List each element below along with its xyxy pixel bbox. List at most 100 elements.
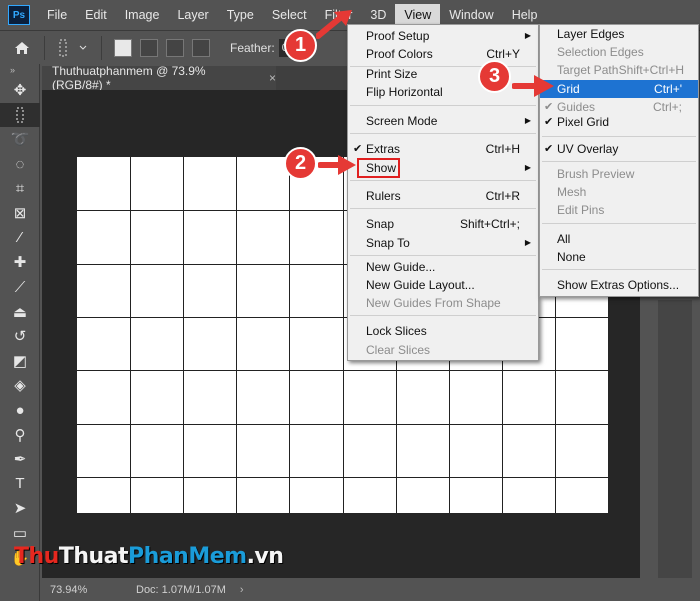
menu-separator [542, 136, 696, 137]
frame-icon[interactable]: ⊠ [0, 201, 40, 226]
submenu-item-pixel-grid[interactable]: ✔ Pixel Grid [540, 113, 698, 131]
healing-icon[interactable]: ✚ [0, 250, 40, 275]
menu-separator [542, 161, 696, 162]
step-3-arrow-icon [512, 75, 554, 97]
submenu-item-show-extras-options[interactable]: Show Extras Options... [540, 276, 698, 294]
brush-icon[interactable]: ⟋ [0, 275, 40, 300]
menu-separator [350, 105, 536, 106]
eyedropper-icon[interactable]: ⁄ [0, 226, 40, 251]
checkmark-icon: ✔ [544, 116, 554, 128]
paint-bucket-icon[interactable]: ◈ [0, 373, 40, 398]
menu-file[interactable]: File [38, 4, 76, 26]
menu-item-new-guide[interactable]: New Guide... [348, 258, 538, 276]
submenu-item-target-path: Target Path Shift+Ctrl+H [557, 63, 684, 77]
menu-3d[interactable]: 3D [361, 4, 395, 26]
add-to-selection-icon[interactable] [140, 38, 158, 57]
type-icon[interactable]: T [0, 472, 40, 497]
menu-item-extras[interactable]: ✔ Extras Ctrl+H [348, 140, 538, 158]
history-brush-icon[interactable]: ↺ [0, 324, 40, 349]
crop-icon[interactable]: ⌗ [0, 176, 40, 201]
submenu-item-mesh: Mesh [557, 185, 587, 199]
intersect-selection-icon[interactable] [192, 38, 210, 57]
submenu-item-layer-edges[interactable]: Layer Edges [540, 25, 698, 43]
submenu-arrow-icon: ▶ [524, 238, 531, 247]
submenu-arrow-icon: ▶ [524, 116, 531, 125]
menu-item-proof-colors[interactable]: Proof Colors Ctrl+Y [348, 45, 538, 63]
menu-separator [350, 180, 536, 181]
document-tab[interactable]: Thuthuatphanmem @ 73.9% (RGB/8#) * × [42, 64, 276, 92]
new-selection-icon[interactable] [114, 38, 132, 57]
menu-item-flip-horizontal[interactable]: Flip Horizontal [348, 83, 538, 101]
tools-panel: » ✥ ➰ ◌ ⌗ ⊠ ⁄ ✚ ⟋ ⏏ ↺ ◩ ◈ ● ⚲ ✒ T ➤ ▭ ✋ [0, 64, 40, 601]
home-icon[interactable] [8, 35, 36, 61]
shape-icon[interactable]: ▭ [0, 521, 40, 546]
pen-icon[interactable]: ✒ [0, 447, 40, 472]
path-select-icon[interactable]: ➤ [0, 496, 40, 521]
submenu-arrow-icon: ▶ [524, 163, 531, 172]
menu-type[interactable]: Type [218, 4, 263, 26]
zoom-level[interactable]: 73.94% [42, 584, 104, 596]
step-2-arrow-icon [318, 155, 356, 175]
step-1-arrow-icon [316, 10, 352, 39]
menu-layer[interactable]: Layer [168, 4, 217, 26]
submenu-item-edit-pins: Edit Pins [557, 203, 605, 217]
menu-select[interactable]: Select [263, 4, 316, 26]
menu-item-clear-slices: Clear Slices [366, 343, 431, 357]
stamp-icon[interactable]: ⏏ [0, 299, 40, 324]
collapse-toolbar-icon[interactable]: » [0, 64, 39, 78]
submenu-item-selection-edges: Selection Edges [557, 45, 644, 59]
divider [44, 35, 45, 60]
menu-item-screen-mode[interactable]: Screen Mode ▶ [348, 112, 538, 130]
menu-item-rulers[interactable]: Rulers Ctrl+R [348, 187, 538, 205]
status-menu-icon[interactable]: › [240, 584, 244, 596]
doc-size: Doc: 1.07M/1.07M [136, 583, 226, 596]
checkmark-icon: ✔ [544, 143, 554, 155]
divider [101, 35, 102, 60]
menu-image[interactable]: Image [116, 4, 169, 26]
marquee-tool-preset-icon[interactable] [53, 38, 73, 58]
menu-separator [542, 223, 696, 224]
menu-separator [350, 133, 536, 134]
menu-edit[interactable]: Edit [76, 4, 116, 26]
menu-separator [350, 208, 536, 209]
step-2-badge: 2 [284, 147, 317, 180]
lasso-icon[interactable]: ➰ [0, 127, 40, 152]
eraser-icon[interactable]: ◩ [0, 349, 40, 374]
menu-window[interactable]: Window [440, 4, 502, 26]
menu-item-new-guides-from-shape: New Guides From Shape [366, 296, 501, 310]
step-3-badge: 3 [478, 60, 511, 93]
status-bar: 73.94% Doc: 1.07M/1.07M › [42, 578, 640, 601]
close-icon[interactable]: × [269, 71, 276, 85]
submenu-item-uv-overlay[interactable]: ✔ UV Overlay [540, 140, 698, 158]
document-title: Thuthuatphanmem @ 73.9% (RGB/8#) * [52, 64, 206, 92]
menu-view[interactable]: View [395, 4, 441, 26]
submenu-arrow-icon: ▶ [524, 31, 531, 40]
dodge-icon[interactable]: ⚲ [0, 422, 40, 447]
submenu-item-grid[interactable]: Grid Ctrl+' [540, 80, 698, 98]
watermark-logo: ThuThuatPhanMem.vn [14, 544, 284, 569]
move-icon[interactable]: ✥ [0, 78, 40, 103]
step-1-badge: 1 [284, 29, 317, 62]
menu-separator [350, 315, 536, 316]
quick-select-icon[interactable]: ◌ [0, 152, 40, 177]
show-submenu: Layer Edges Selection Edges Target Path S… [539, 24, 699, 297]
submenu-item-none[interactable]: None [540, 248, 698, 266]
show-highlight-box [357, 158, 400, 178]
menu-item-snap-to[interactable]: Snap To ▶ [348, 234, 538, 252]
chevron-down-icon[interactable] [73, 38, 93, 58]
subtract-from-selection-icon[interactable] [166, 38, 184, 57]
menu-help[interactable]: Help [503, 4, 547, 26]
submenu-item-brush-preview: Brush Preview [557, 167, 635, 181]
feather-label: Feather: [230, 40, 275, 55]
panel-strip [658, 300, 692, 578]
submenu-item-all[interactable]: All [540, 230, 698, 248]
menu-item-snap[interactable]: Snap Shift+Ctrl+; [348, 215, 538, 233]
menu-item-lock-slices[interactable]: Lock Slices [348, 322, 538, 340]
photoshop-logo: Ps [8, 5, 30, 25]
marquee-icon[interactable] [0, 102, 40, 128]
menu-item-proof-setup[interactable]: Proof Setup ▶ [348, 27, 538, 45]
menu-item-new-guide-layout[interactable]: New Guide Layout... [348, 276, 538, 294]
blur-icon[interactable]: ● [0, 398, 40, 423]
menu-separator [350, 255, 536, 256]
menu-separator [542, 269, 696, 270]
